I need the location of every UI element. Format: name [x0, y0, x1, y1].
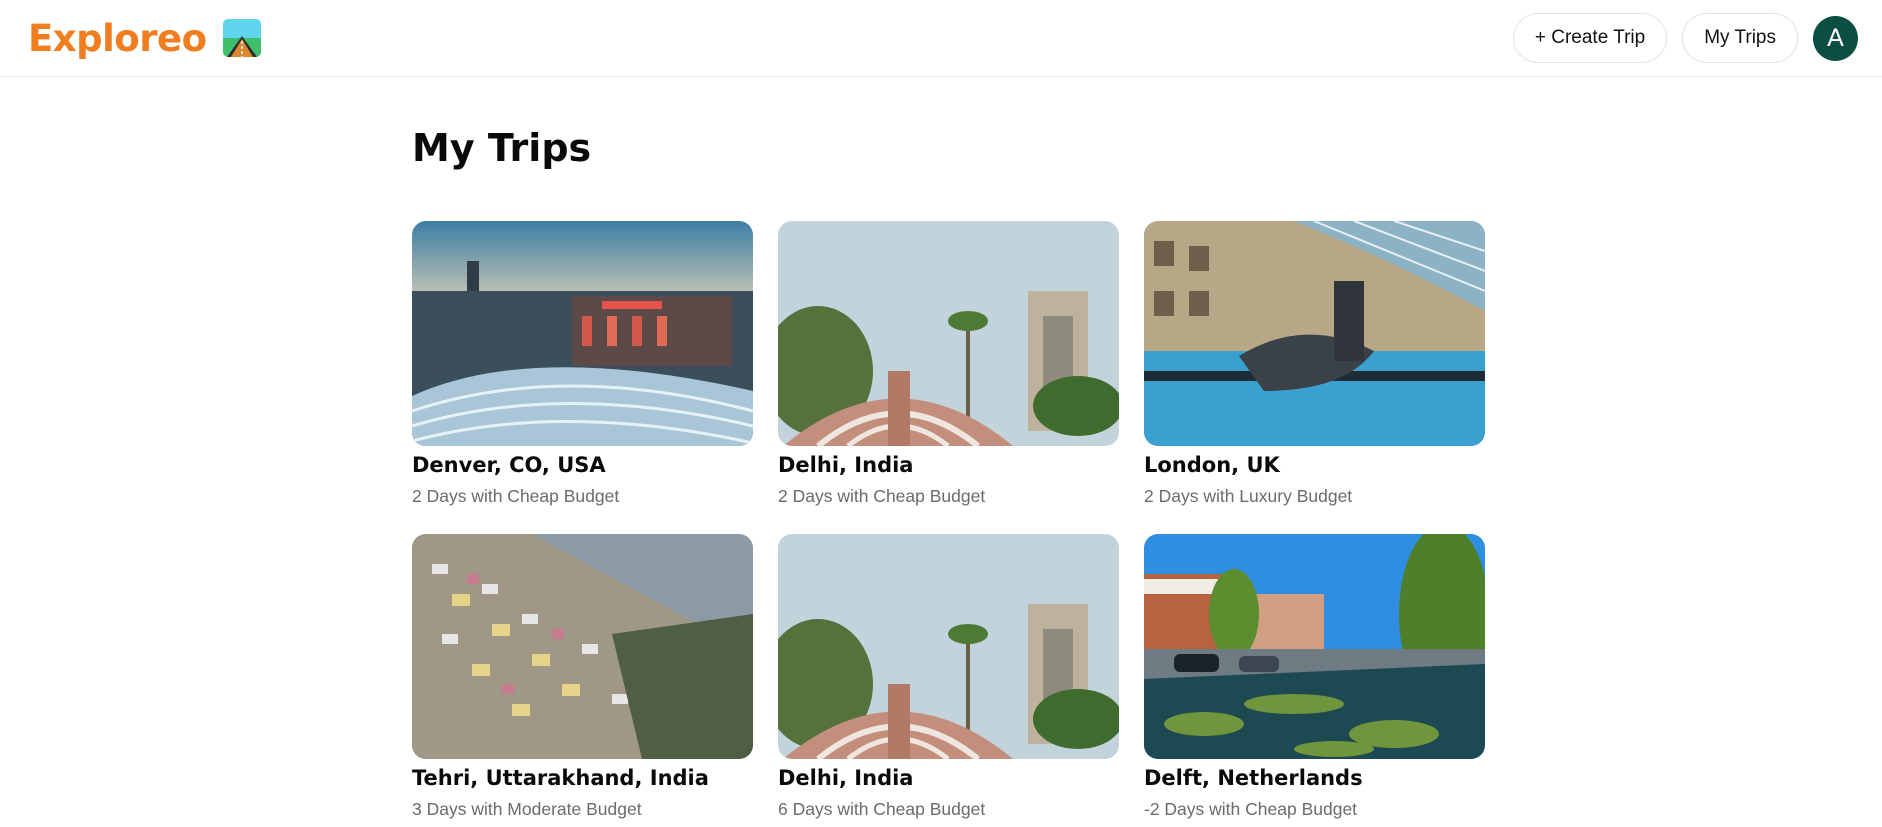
trip-card[interactable]: London, UK 2 Days with Luxury Budget — [1144, 221, 1485, 507]
page-title: My Trips — [412, 126, 592, 170]
trip-summary: 2 Days with Cheap Budget — [412, 486, 620, 506]
avatar[interactable]: A — [1813, 15, 1858, 61]
brand-name[interactable]: Exploreo — [28, 17, 207, 60]
trip-card[interactable]: Tehri, Uttarakhand, India 3 Days with Mo… — [412, 534, 753, 820]
trip-name: Delhi, India — [778, 453, 914, 477]
trip-summary: 2 Days with Luxury Budget — [1144, 486, 1353, 506]
trip-summary: 3 Days with Moderate Budget — [412, 799, 642, 819]
top-navbar: Exploreo + Create Trip My Trips A — [0, 0, 1882, 77]
my-trips-button[interactable]: My Trips — [1682, 13, 1798, 63]
trip-card[interactable]: Delhi, India 6 Days with Cheap Budget — [778, 534, 1119, 820]
trip-name: Tehri, Uttarakhand, India — [412, 766, 709, 790]
brand[interactable]: Exploreo — [28, 17, 261, 60]
trip-card[interactable]: Delft, Netherlands -2 Days with Cheap Bu… — [1144, 534, 1485, 820]
trip-image[interactable] — [412, 221, 753, 446]
trip-image[interactable] — [778, 221, 1119, 446]
create-trip-button[interactable]: + Create Trip — [1512, 13, 1668, 63]
trip-name: London, UK — [1144, 453, 1280, 477]
header-actions: + Create Trip My Trips A — [1512, 13, 1858, 63]
trip-summary: 6 Days with Cheap Budget — [778, 799, 986, 819]
trip-name: Denver, CO, USA — [412, 453, 606, 477]
trip-image[interactable] — [1144, 534, 1485, 759]
trip-image[interactable] — [412, 534, 753, 759]
trip-image[interactable] — [778, 534, 1119, 759]
trip-summary: 2 Days with Cheap Budget — [778, 486, 986, 506]
trip-name: Delft, Netherlands — [1144, 766, 1363, 790]
trip-image[interactable] — [1144, 221, 1485, 446]
trip-grid: Denver, CO, USA 2 Days with Cheap Budget… — [412, 221, 1485, 820]
brand-logo-icon[interactable] — [222, 19, 261, 57]
trip-card[interactable]: Denver, CO, USA 2 Days with Cheap Budget — [412, 221, 753, 507]
trip-card[interactable]: Delhi, India 2 Days with Cheap Budget — [778, 221, 1119, 507]
trip-name: Delhi, India — [778, 766, 914, 790]
trip-summary: -2 Days with Cheap Budget — [1144, 799, 1358, 819]
